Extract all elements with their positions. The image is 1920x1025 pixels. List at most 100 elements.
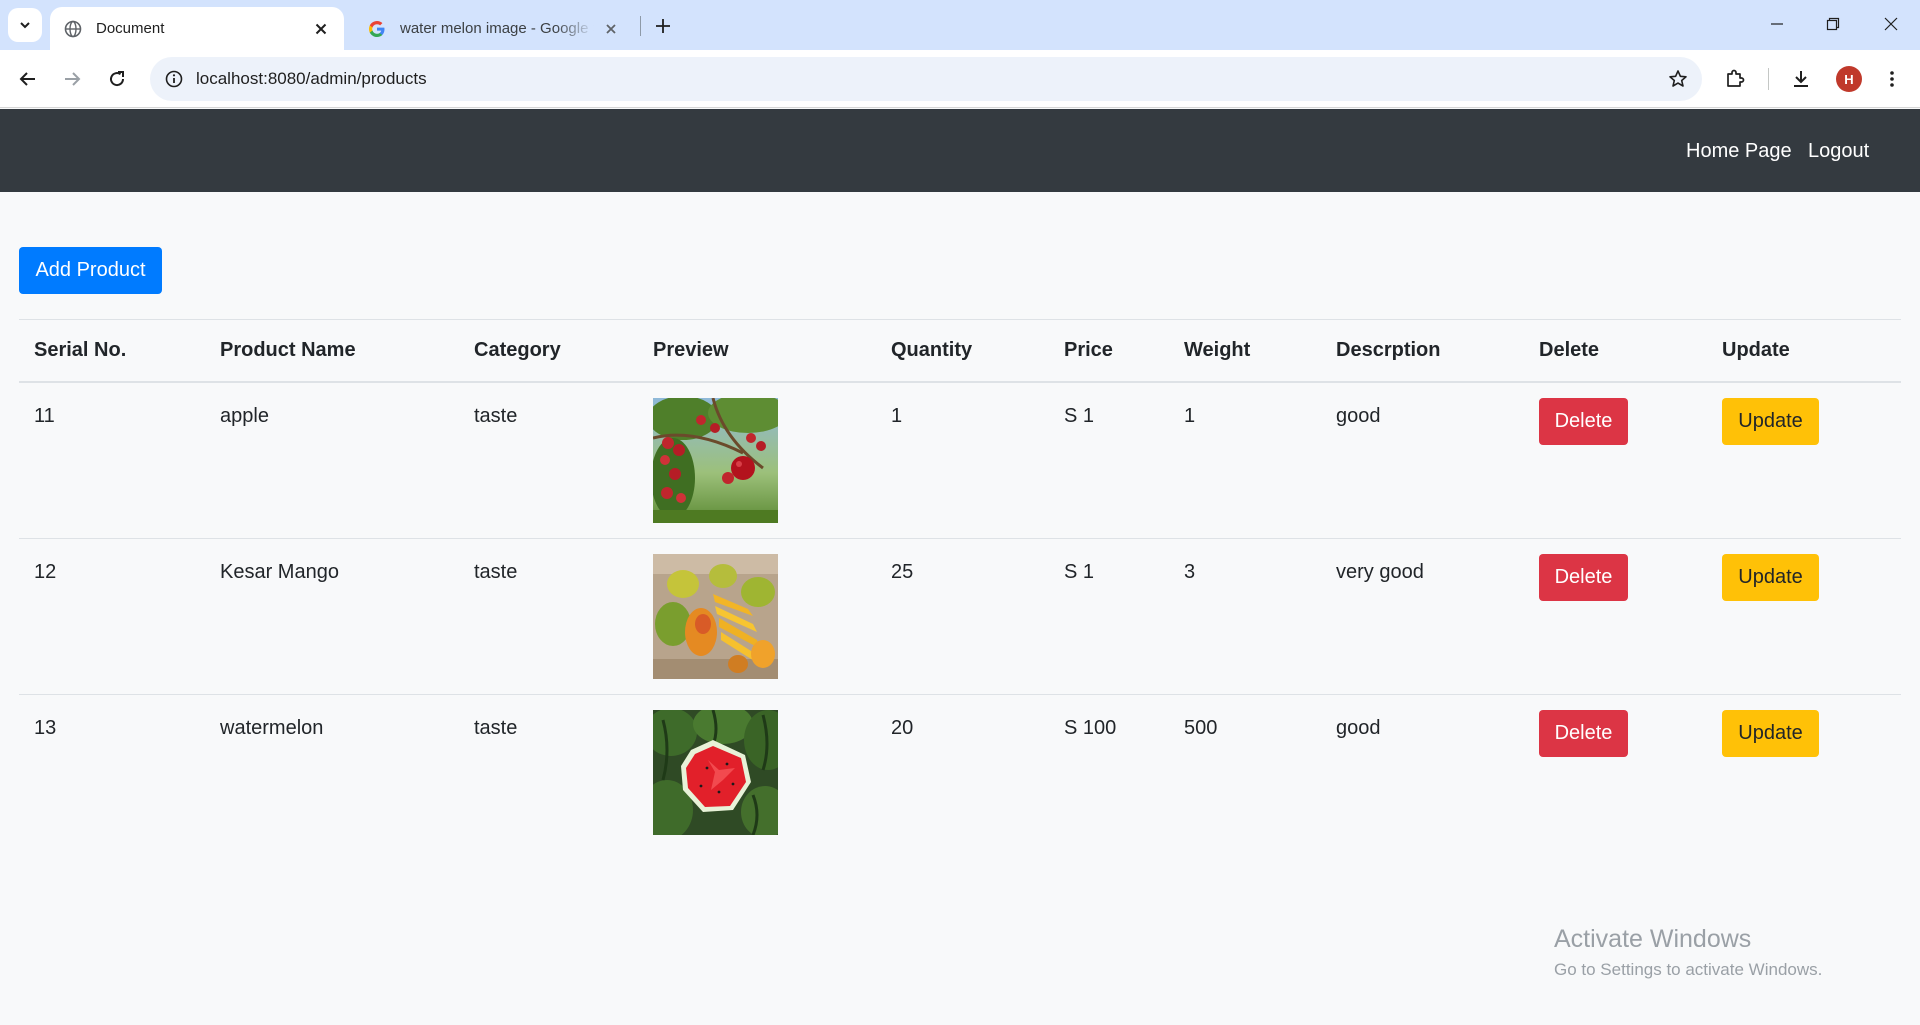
add-product-button[interactable]: Add Product [19,247,162,294]
cell-update: Update [1707,537,1901,694]
close-window-button[interactable] [1868,6,1914,42]
arrow-right-icon [65,72,81,86]
header-serial-no: Serial No. [19,319,205,383]
cell-product-name: apple [205,381,459,538]
cell-price: S 100 [1049,693,1169,850]
header-price: Price [1049,319,1169,383]
cell-preview [638,693,876,850]
tab-title: Document [96,20,165,37]
more-vertical-icon [1890,71,1894,87]
google-icon [369,20,385,37]
minimize-icon [1771,23,1783,25]
header-preview: Preview [638,319,876,383]
cell-description: good [1321,381,1524,538]
nav-home-page[interactable]: Home Page [1686,140,1792,163]
restore-icon [1826,17,1840,31]
tab-title: water melon image - Google Search [400,20,594,37]
downloads-button[interactable] [1783,61,1819,97]
header-description: Descrption [1321,319,1524,383]
update-button[interactable]: Update [1722,709,1819,757]
address-bar[interactable]: localhost:8080/admin/products [150,57,1702,101]
cell-price: S 1 [1049,381,1169,538]
update-button[interactable]: Update [1722,553,1819,601]
info-icon [165,70,183,88]
delete-button[interactable]: Delete [1539,397,1628,445]
profile-avatar[interactable]: H [1836,66,1862,92]
table-row: 13 watermelon taste 20 S 100 500 good De… [19,693,1901,850]
restore-button[interactable] [1810,6,1856,42]
cell-product-name: watermelon [205,693,459,850]
apple-tree-image [653,397,778,523]
browser-menu-button[interactable] [1874,61,1910,97]
cell-serial: 11 [19,381,205,538]
back-button[interactable] [10,61,46,97]
close-icon [1884,17,1898,31]
cell-price: S 1 [1049,537,1169,694]
chevron-down-icon [20,22,30,29]
cell-description: very good [1321,537,1524,694]
cell-category: taste [459,381,638,538]
cell-weight: 500 [1169,693,1321,850]
update-button[interactable]: Update [1722,397,1819,445]
cell-update: Update [1707,381,1901,538]
delete-button[interactable]: Delete [1539,709,1628,757]
plus-icon [656,19,670,33]
products-table: Serial No. Product Name Category Preview… [19,319,1901,850]
cell-quantity: 1 [876,381,1049,538]
new-tab-button[interactable] [648,12,678,40]
header-product-name: Product Name [205,319,459,383]
windows-activation-watermark: Activate Windows Go to Settings to activ… [1554,925,1822,980]
tab-document[interactable]: Document [50,7,344,50]
cell-update: Update [1707,693,1901,850]
extensions-button[interactable] [1717,61,1753,97]
tab-separator [640,16,641,36]
globe-icon [64,20,82,37]
table-row: 12 Kesar Mango taste 25 S 1 3 very good … [19,537,1901,694]
nav-logout[interactable]: Logout [1808,140,1869,163]
puzzle-icon [1727,69,1745,87]
arrow-left-icon [19,72,35,86]
reload-button[interactable] [99,61,135,97]
delete-button[interactable]: Delete [1539,553,1628,601]
cell-delete: Delete [1524,693,1707,850]
cell-description: good [1321,693,1524,850]
cell-weight: 1 [1169,381,1321,538]
table-row: 11 apple taste 1 S 1 1 good Delete Updat… [19,381,1901,538]
watermark-subtitle: Go to Settings to activate Windows. [1554,960,1823,979]
toolbar-divider [1768,68,1769,90]
site-info-icon[interactable] [162,67,186,91]
minimize-button[interactable] [1754,6,1800,42]
header-weight: Weight [1169,319,1321,383]
forward-button[interactable] [54,61,90,97]
table-header-row: Serial No. Product Name Category Preview… [19,319,1901,383]
close-tab-icon[interactable] [312,20,330,38]
header-delete: Delete [1524,319,1707,383]
tab-search-button[interactable] [8,8,42,42]
header-quantity: Quantity [876,319,1049,383]
tab-google-search[interactable]: water melon image - Google Search [354,7,634,50]
cell-serial: 13 [19,693,205,850]
cell-delete: Delete [1524,537,1707,694]
watermelon-image [653,709,778,835]
profile-initial: H [1844,71,1854,87]
cell-quantity: 25 [876,537,1049,694]
cell-weight: 3 [1169,537,1321,694]
cell-serial: 12 [19,537,205,694]
cell-category: taste [459,537,638,694]
cell-preview [638,381,876,538]
browser-tab-strip: Document water melon image - Google Sear… [0,0,1920,50]
cell-delete: Delete [1524,381,1707,538]
url-text[interactable]: localhost:8080/admin/products [196,69,1660,89]
cell-quantity: 20 [876,693,1049,850]
close-tab-icon[interactable] [602,20,620,38]
watermark-title: Activate Windows [1554,925,1752,953]
download-icon [1794,71,1808,87]
bookmark-star-button[interactable] [1660,61,1696,97]
cell-preview [638,537,876,694]
cell-product-name: Kesar Mango [205,537,459,694]
app-navbar: Home Page Logout [0,109,1920,192]
star-icon [1669,70,1687,87]
cell-category: taste [459,693,638,850]
mango-image [653,553,778,679]
header-category: Category [459,319,638,383]
